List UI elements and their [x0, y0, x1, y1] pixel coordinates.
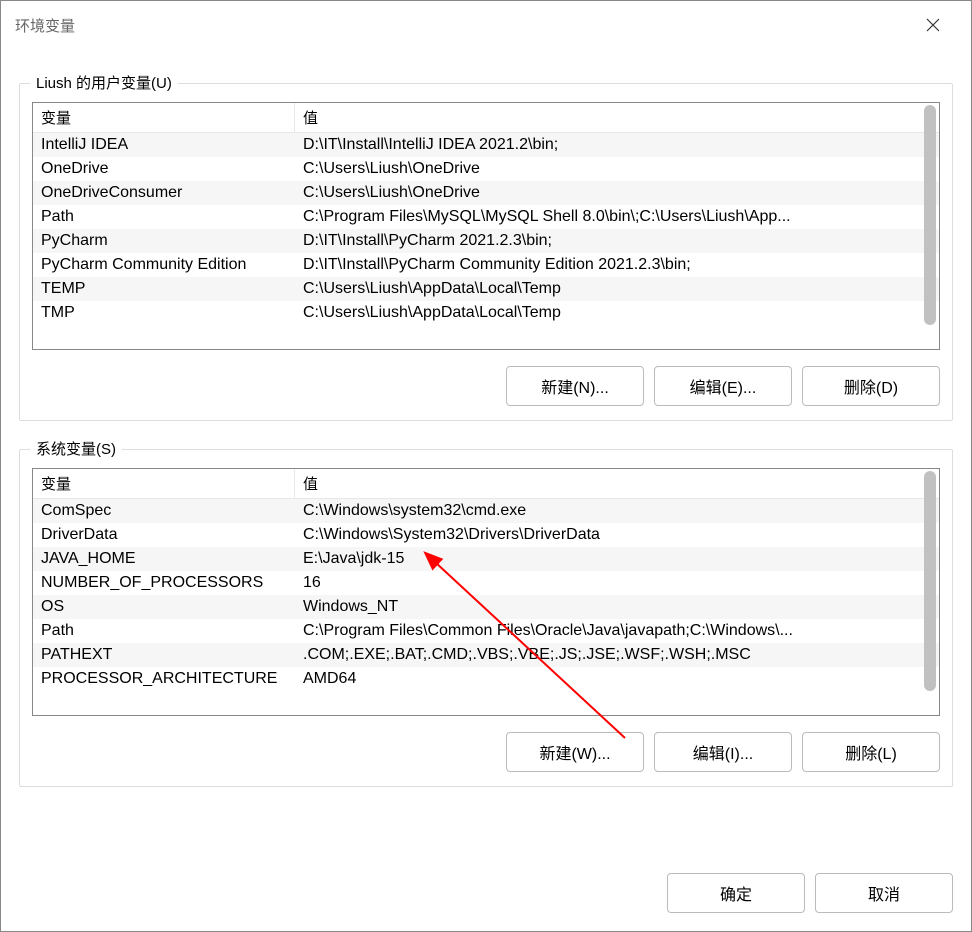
table-row[interactable]: OS: [33, 595, 295, 619]
table-row[interactable]: C:\Users\Liush\OneDrive: [295, 181, 939, 205]
system-edit-button[interactable]: 编辑(I)...: [654, 732, 792, 772]
cancel-button[interactable]: 取消: [815, 873, 953, 913]
table-row[interactable]: D:\IT\Install\PyCharm Community Edition …: [295, 253, 939, 277]
column-header-value[interactable]: 值: [295, 103, 939, 133]
user-edit-button[interactable]: 编辑(E)...: [654, 366, 792, 406]
table-row[interactable]: C:\Users\Liush\AppData\Local\Temp: [295, 301, 939, 325]
table-row[interactable]: OneDriveConsumer: [33, 181, 295, 205]
scrollbar[interactable]: [923, 471, 937, 713]
table-row[interactable]: ComSpec: [33, 499, 295, 523]
table-row[interactable]: E:\Java\jdk-15: [295, 547, 939, 571]
environment-variables-dialog: 环境变量 Liush 的用户变量(U) 变量 值 IntelliJ IDEAD:…: [0, 0, 972, 932]
column-header-name[interactable]: 变量: [33, 103, 295, 133]
close-button[interactable]: [909, 1, 957, 49]
table-row[interactable]: PROCESSOR_ARCHITECTURE: [33, 667, 295, 691]
table-row[interactable]: TMP: [33, 301, 295, 325]
table-row[interactable]: PyCharm Community Edition: [33, 253, 295, 277]
table-row[interactable]: C:\Windows\system32\cmd.exe: [295, 499, 939, 523]
column-header-value[interactable]: 值: [295, 469, 939, 499]
table-row[interactable]: PyCharm: [33, 229, 295, 253]
system-variables-table[interactable]: 变量 值 ComSpecC:\Windows\system32\cmd.exe …: [32, 468, 940, 716]
table-row[interactable]: 16: [295, 571, 939, 595]
user-variables-legend: Liush 的用户变量(U): [30, 72, 178, 93]
dialog-content: Liush 的用户变量(U) 变量 值 IntelliJ IDEAD:\IT\I…: [1, 49, 971, 865]
table-row[interactable]: C:\Program Files\MySQL\MySQL Shell 8.0\b…: [295, 205, 939, 229]
table-row[interactable]: C:\Users\Liush\AppData\Local\Temp: [295, 277, 939, 301]
ok-button[interactable]: 确定: [667, 873, 805, 913]
table-row[interactable]: Path: [33, 205, 295, 229]
user-variables-buttons: 新建(N)... 编辑(E)... 删除(D): [32, 366, 940, 406]
user-variables-group: Liush 的用户变量(U) 变量 值 IntelliJ IDEAD:\IT\I…: [19, 83, 953, 421]
close-icon: [926, 18, 940, 32]
scrollbar[interactable]: [923, 105, 937, 347]
table-row[interactable]: OneDrive: [33, 157, 295, 181]
system-variables-group: 系统变量(S) 变量 值 ComSpecC:\Windows\system32\…: [19, 449, 953, 787]
titlebar: 环境变量: [1, 1, 971, 49]
table-row[interactable]: D:\IT\Install\IntelliJ IDEA 2021.2\bin;: [295, 133, 939, 157]
table-row[interactable]: C:\Users\Liush\OneDrive: [295, 157, 939, 181]
user-new-button[interactable]: 新建(N)...: [506, 366, 644, 406]
window-title: 环境变量: [15, 15, 909, 36]
table-row[interactable]: JAVA_HOME: [33, 547, 295, 571]
table-row[interactable]: Path: [33, 619, 295, 643]
user-variables-table[interactable]: 变量 值 IntelliJ IDEAD:\IT\Install\IntelliJ…: [32, 102, 940, 350]
table-row[interactable]: C:\Windows\System32\Drivers\DriverData: [295, 523, 939, 547]
system-delete-button[interactable]: 删除(L): [802, 732, 940, 772]
table-row[interactable]: AMD64: [295, 667, 939, 691]
table-row[interactable]: D:\IT\Install\PyCharm 2021.2.3\bin;: [295, 229, 939, 253]
user-delete-button[interactable]: 删除(D): [802, 366, 940, 406]
system-variables-legend: 系统变量(S): [30, 438, 122, 459]
table-row[interactable]: Windows_NT: [295, 595, 939, 619]
table-row[interactable]: NUMBER_OF_PROCESSORS: [33, 571, 295, 595]
scrollbar-thumb[interactable]: [924, 471, 936, 691]
system-new-button[interactable]: 新建(W)...: [506, 732, 644, 772]
table-row[interactable]: .COM;.EXE;.BAT;.CMD;.VBS;.VBE;.JS;.JSE;.…: [295, 643, 939, 667]
column-header-name[interactable]: 变量: [33, 469, 295, 499]
table-row[interactable]: C:\Program Files\Common Files\Oracle\Jav…: [295, 619, 939, 643]
dialog-footer: 确定 取消: [1, 865, 971, 931]
scrollbar-thumb[interactable]: [924, 105, 936, 325]
system-variables-buttons: 新建(W)... 编辑(I)... 删除(L): [32, 732, 940, 772]
table-row[interactable]: IntelliJ IDEA: [33, 133, 295, 157]
table-row[interactable]: TEMP: [33, 277, 295, 301]
table-row[interactable]: DriverData: [33, 523, 295, 547]
table-row[interactable]: PATHEXT: [33, 643, 295, 667]
